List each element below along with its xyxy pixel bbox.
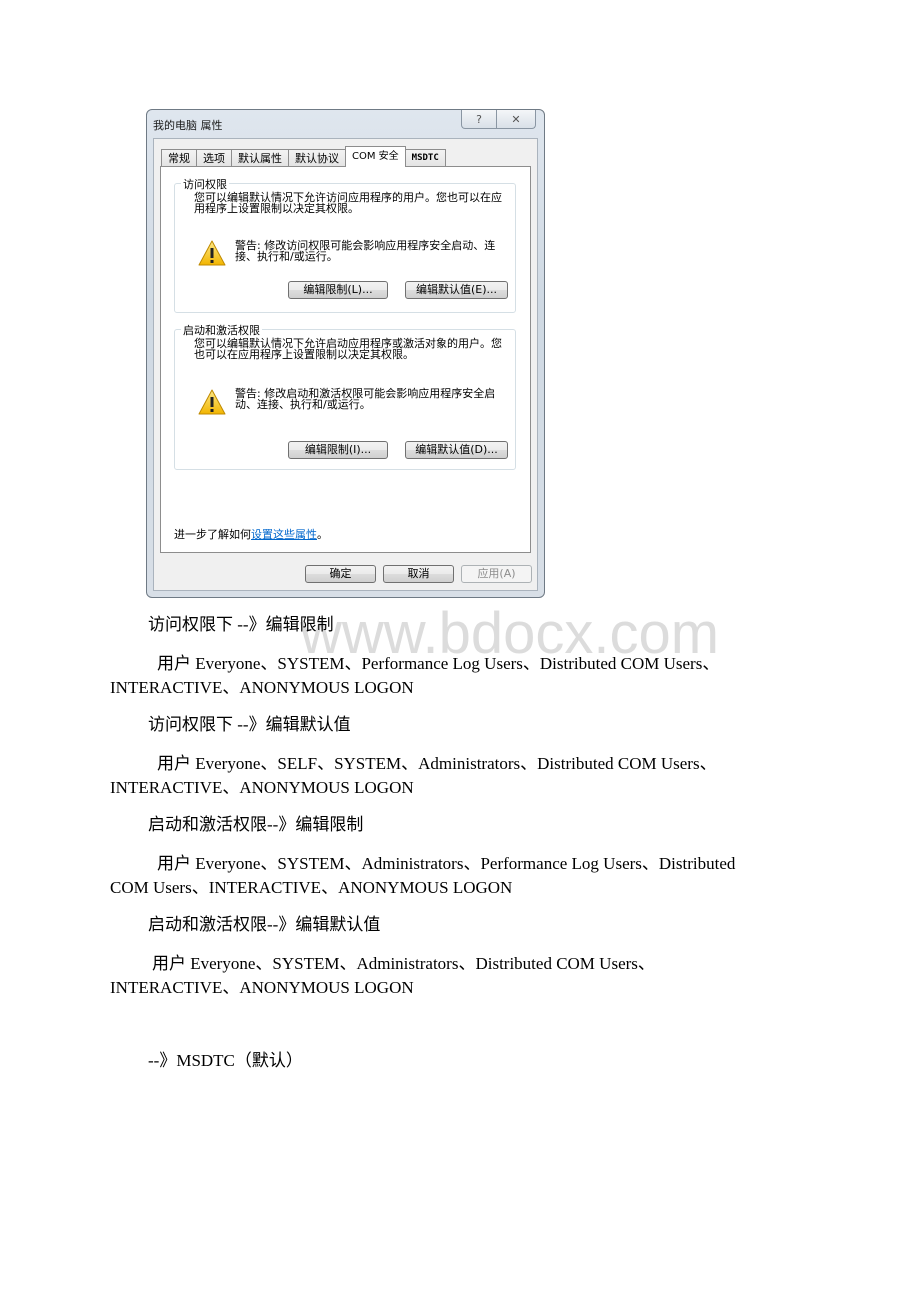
section-heading: 访问权限下 --》编辑限制 [148, 615, 334, 634]
edit-launch-limits-button[interactable]: 编辑限制(I)... [288, 441, 388, 459]
section-users-line: 用户 Everyone、SYSTEM、Administrators、Distri… [152, 954, 655, 973]
learn-more-suffix: 。 [317, 528, 328, 541]
section-users-line: 用户 Everyone、SELF、SYSTEM、Administrators、D… [157, 754, 717, 773]
properties-dialog: 我的电脑 属性 ? ✕ 常规 选项 默认属性 默认协议 COM 安全 MSDTC… [146, 109, 545, 598]
warning-icon [198, 389, 226, 415]
tab-options[interactable]: 选项 [196, 149, 232, 167]
edit-launch-default-button[interactable]: 编辑默认值(D)... [405, 441, 508, 459]
access-permissions-group: 访问权限 您可以编辑默认情况下允许访问应用程序的用户。您也可以在应用程序上设置限… [174, 176, 516, 313]
section-users-line: COM Users、INTERACTIVE、ANONYMOUS LOGON [110, 878, 513, 897]
access-permissions-description: 您可以编辑默认情况下允许访问应用程序的用户。您也可以在应用程序上设置限制以决定其… [194, 191, 502, 215]
caption-buttons: ? ✕ [461, 110, 536, 129]
tab-com-security[interactable]: COM 安全 [345, 146, 406, 167]
tab-default-properties[interactable]: 默认属性 [231, 149, 289, 167]
tab-default-protocols[interactable]: 默认协议 [288, 149, 346, 167]
com-security-panel: 访问权限 您可以编辑默认情况下允许访问应用程序的用户。您也可以在应用程序上设置限… [160, 166, 531, 553]
launch-activation-permissions-warning: 警告: 修改启动和激活权限可能会影响应用程序安全启动、连接、执行和/或运行。 [235, 387, 496, 411]
learn-more-text: 进一步了解如何设置这些属性。 [174, 526, 328, 542]
help-button[interactable]: ? [462, 110, 496, 128]
msdtc-heading: --》MSDTC（默认） [148, 1051, 303, 1070]
launch-activation-permissions-description: 您可以编辑默认情况下允许启动应用程序或激活对象的用户。您也可以在应用程序上设置限… [194, 337, 502, 361]
section-heading: 访问权限下 --》编辑默认值 [148, 715, 351, 734]
title-bar: 我的电脑 属性 ? ✕ [147, 110, 544, 136]
edit-access-default-button[interactable]: 编辑默认值(E)... [405, 281, 508, 299]
section-heading: 启动和激活权限--》编辑默认值 [148, 915, 381, 934]
access-permissions-label: 访问权限 [181, 176, 229, 192]
section-users-line: 用户 Everyone、SYSTEM、Administrators、Perfor… [157, 854, 736, 873]
section-users-line: INTERACTIVE、ANONYMOUS LOGON [110, 678, 414, 697]
help-icon: ? [476, 112, 482, 126]
tab-msdtc[interactable]: MSDTC [404, 149, 446, 167]
dialog-client-area: 常规 选项 默认属性 默认协议 COM 安全 MSDTC 访问权限 您可以编辑默… [153, 138, 538, 591]
learn-more-link[interactable]: 设置这些属性 [251, 528, 317, 541]
access-permissions-warning: 警告: 修改访问权限可能会影响应用程序安全启动、连接、执行和/或运行。 [235, 239, 496, 263]
warning-icon [198, 240, 226, 266]
dialog-title: 我的电脑 属性 [153, 119, 223, 132]
apply-button[interactable]: 应用(A) [461, 565, 532, 583]
cancel-button[interactable]: 取消 [383, 565, 454, 583]
section-users-line: 用户 Everyone、SYSTEM、Performance Log Users… [157, 654, 720, 673]
tab-general[interactable]: 常规 [161, 149, 197, 167]
launch-activation-permissions-label: 启动和激活权限 [181, 322, 262, 338]
launch-activation-permissions-group: 启动和激活权限 您可以编辑默认情况下允许启动应用程序或激活对象的用户。您也可以在… [174, 322, 516, 470]
ok-button[interactable]: 确定 [305, 565, 376, 583]
tab-strip: 常规 选项 默认属性 默认协议 COM 安全 MSDTC [161, 146, 446, 167]
edit-access-limits-button[interactable]: 编辑限制(L)... [288, 281, 388, 299]
section-users-line: INTERACTIVE、ANONYMOUS LOGON [110, 778, 414, 797]
close-button[interactable]: ✕ [496, 110, 535, 128]
learn-more-prefix: 进一步了解如何 [174, 528, 251, 541]
section-users-line: INTERACTIVE、ANONYMOUS LOGON [110, 978, 414, 997]
close-icon: ✕ [511, 112, 521, 126]
section-heading: 启动和激活权限--》编辑限制 [148, 815, 364, 834]
